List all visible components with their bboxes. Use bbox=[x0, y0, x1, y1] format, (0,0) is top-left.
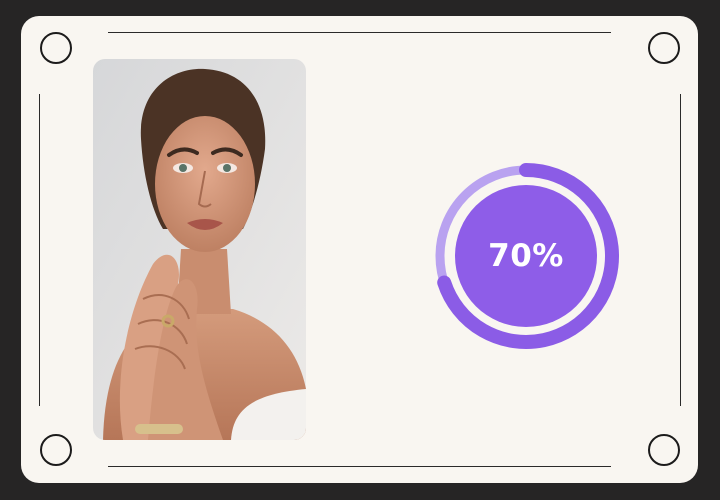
progress-gauge: 70% bbox=[424, 154, 628, 358]
corner-circle-bottom-left bbox=[40, 434, 72, 466]
bottom-divider bbox=[108, 466, 611, 467]
progress-percentage: 70% bbox=[488, 238, 564, 274]
top-divider bbox=[108, 32, 611, 33]
portrait-photo bbox=[93, 59, 306, 440]
left-divider bbox=[39, 94, 40, 406]
corner-circle-top-right bbox=[648, 32, 680, 64]
corner-circle-bottom-right bbox=[648, 434, 680, 466]
corner-circle-top-left bbox=[40, 32, 72, 64]
right-divider bbox=[680, 94, 681, 406]
